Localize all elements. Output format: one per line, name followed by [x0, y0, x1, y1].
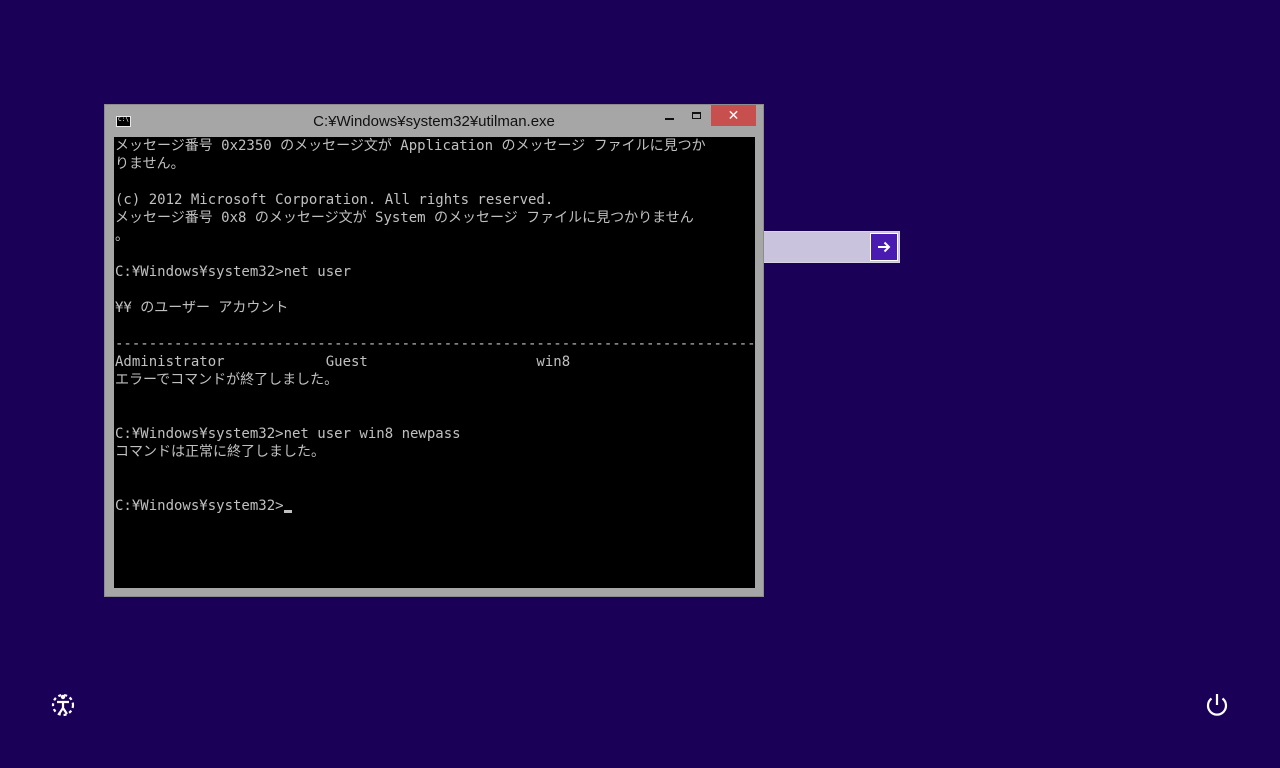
console-line: エラーでコマンドが終了しました。	[115, 372, 339, 388]
console-line: ----------------------------------------…	[115, 336, 755, 352]
command-prompt[interactable]: C:¥Windows¥system32>	[115, 497, 755, 515]
password-input[interactable]	[752, 231, 900, 263]
maximize-button[interactable]	[683, 105, 709, 126]
console-line: C:¥Windows¥system32>net user win8 newpas…	[115, 426, 461, 442]
console-text: メッセージ番号 0x2350 のメッセージ文が Application のメッセ…	[115, 137, 755, 515]
console-line: メッセージ番号 0x2350 のメッセージ文が Application のメッセ…	[115, 138, 706, 154]
console-line: (c) 2012 Microsoft Corporation. All righ…	[115, 192, 554, 208]
submit-button[interactable]	[870, 233, 898, 261]
console-line: C:¥Windows¥system32>net user	[115, 264, 352, 280]
console-line: ¥¥ のユーザー アカウント	[115, 300, 289, 316]
arrow-right-icon	[878, 241, 891, 253]
text-cursor	[283, 510, 292, 513]
console-window: C:\ C:¥Windows¥system32¥utilman.exe ✕ メッ…	[104, 104, 764, 597]
ease-of-access-button[interactable]	[48, 690, 78, 720]
close-button[interactable]: ✕	[711, 105, 756, 126]
maximize-icon	[691, 112, 701, 119]
console-line: 。	[115, 228, 129, 244]
minimize-button[interactable]	[656, 105, 682, 126]
power-button[interactable]	[1202, 690, 1232, 720]
title-bar[interactable]: C:\ C:¥Windows¥system32¥utilman.exe ✕	[105, 105, 763, 137]
ease-of-access-icon	[51, 693, 75, 717]
prompt-text: C:¥Windows¥system32>	[115, 498, 284, 514]
lock-screen: C:\ C:¥Windows¥system32¥utilman.exe ✕ メッ…	[0, 0, 1280, 768]
close-icon: ✕	[727, 107, 740, 124]
console-output[interactable]: メッセージ番号 0x2350 のメッセージ文が Application のメッセ…	[114, 137, 755, 588]
power-icon	[1206, 694, 1228, 716]
console-line: コマンドは正常に終了しました。	[115, 444, 325, 460]
console-line: りません。	[115, 156, 185, 172]
console-line: Administrator Guest win8	[115, 354, 571, 370]
console-line: メッセージ番号 0x8 のメッセージ文が System のメッセージ ファイルに…	[115, 210, 694, 226]
minimize-icon	[664, 117, 674, 120]
